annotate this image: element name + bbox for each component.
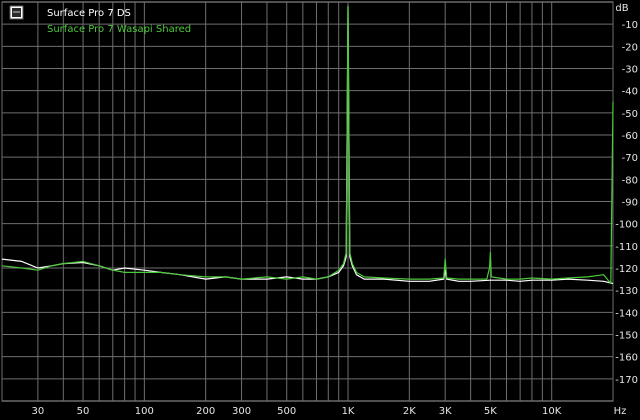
y-tick-label: -60 (622, 131, 638, 142)
y-tick-label: -30 (622, 65, 638, 76)
x-tick-label: 1K (342, 406, 355, 417)
y-tick-label: -110 (615, 242, 638, 253)
legend-entry-1: Surface Pro 7 Wasapi Shared (47, 24, 191, 35)
y-tick-label: -90 (622, 198, 638, 209)
x-tick-label: 200 (196, 406, 215, 417)
y-tick-label: -170 (615, 375, 638, 386)
legend-entry-0: Surface Pro 7 DS (47, 8, 131, 19)
y-tick-label: -150 (615, 331, 638, 342)
y-tick-label: -120 (615, 264, 638, 275)
y-tick-label: -100 (615, 220, 638, 231)
y-tick-label: -130 (615, 286, 638, 297)
x-tick-label: 5K (484, 406, 497, 417)
y-tick-label: -70 (622, 153, 638, 164)
x-tick-label: 30 (31, 406, 44, 417)
y-axis-labels: -10 -20 -30 -40 -50 -60 -70 -80 -90 -100 -110 -120 -… (615, 20, 638, 386)
x-tick-label: 500 (277, 406, 296, 417)
y-tick-label: -140 (615, 308, 638, 319)
x-tick-label: 50 (77, 406, 90, 417)
x-tick-label: 300 (232, 406, 251, 417)
x-axis-labels: 30 50 100 200 300 500 1K 2K 3K 5K 10K (31, 406, 561, 417)
fft-spectrum-chart: -10 -20 -30 -40 -50 -60 -70 -80 -90 -100 -110 -120 -… (1, 1, 638, 417)
y-tick-label: -160 (615, 353, 638, 364)
y-tick-label: -80 (622, 175, 638, 186)
x-tick-label: 100 (135, 406, 154, 417)
y-tick-label: -40 (622, 87, 638, 98)
y-tick-label: -10 (622, 20, 638, 31)
x-tick-label: 2K (403, 406, 416, 417)
y-tick-label: -20 (622, 42, 638, 53)
y-tick-label: -50 (622, 109, 638, 120)
x-tick-label: 3K (439, 406, 452, 417)
x-tick-label: 10K (542, 406, 562, 417)
y-axis-unit-label: dB (615, 3, 628, 14)
x-axis-unit-label: Hz (614, 406, 627, 417)
